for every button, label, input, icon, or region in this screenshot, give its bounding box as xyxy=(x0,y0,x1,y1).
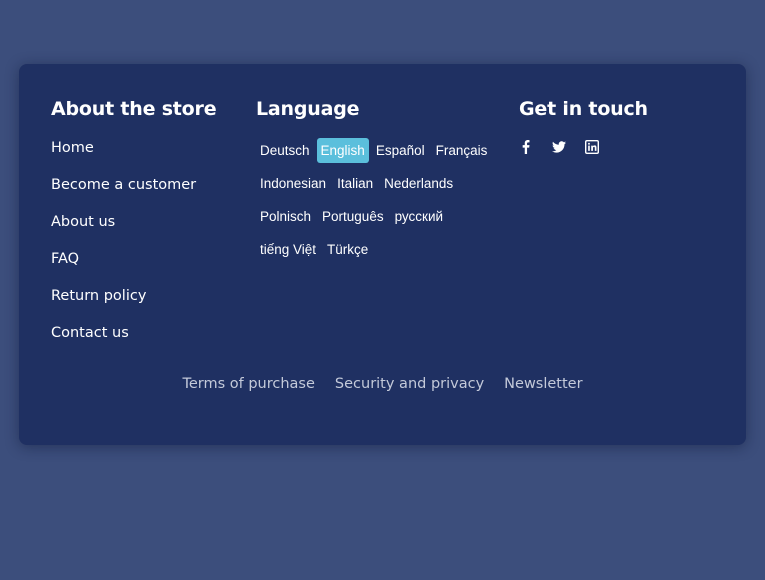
language-option-english-selected[interactable]: English xyxy=(316,138,369,163)
terms-of-purchase-link[interactable]: Terms of purchase xyxy=(182,376,314,392)
get-in-touch-heading: Get in touch xyxy=(519,98,648,120)
language-option-polnisch[interactable]: Polnisch xyxy=(256,204,315,229)
linkedin-icon[interactable] xyxy=(585,140,599,154)
footer-link-about-us[interactable]: About us xyxy=(51,214,115,230)
language-row: Indonesian Italian Nederlands xyxy=(256,171,457,196)
footer-link-become-customer[interactable]: Become a customer xyxy=(51,177,196,193)
language-row: Polnisch Português русский xyxy=(256,204,447,229)
language-option-russian[interactable]: русский xyxy=(391,204,447,229)
language-option-portugues[interactable]: Português xyxy=(318,204,388,229)
legal-links: Terms of purchase Security and privacy N… xyxy=(19,376,746,392)
social-links xyxy=(519,140,599,154)
language-option-deutsch[interactable]: Deutsch xyxy=(256,138,314,163)
language-option-italian[interactable]: Italian xyxy=(333,171,377,196)
language-row: tiếng Việt Türkçe xyxy=(256,237,372,262)
language-option-turkish[interactable]: Türkçe xyxy=(323,237,372,262)
language-option-francais[interactable]: Français xyxy=(432,138,492,163)
language-option-vietnamese[interactable]: tiếng Việt xyxy=(256,237,320,262)
footer-link-faq[interactable]: FAQ xyxy=(51,251,79,267)
language-row: Deutsch English Español Français xyxy=(256,138,491,163)
language-heading: Language xyxy=(256,98,360,120)
language-option-indonesian[interactable]: Indonesian xyxy=(256,171,330,196)
footer-link-home[interactable]: Home xyxy=(51,140,94,156)
facebook-icon[interactable] xyxy=(519,140,533,154)
security-privacy-link[interactable]: Security and privacy xyxy=(335,376,484,392)
twitter-icon[interactable] xyxy=(552,140,566,154)
language-option-nederlands[interactable]: Nederlands xyxy=(380,171,457,196)
about-store-heading: About the store xyxy=(51,98,217,120)
footer-link-return-policy[interactable]: Return policy xyxy=(51,288,146,304)
footer-link-contact-us[interactable]: Contact us xyxy=(51,325,129,341)
newsletter-link[interactable]: Newsletter xyxy=(504,376,582,392)
language-option-espanol[interactable]: Español xyxy=(372,138,429,163)
site-footer: About the store Home Become a customer A… xyxy=(19,64,746,445)
